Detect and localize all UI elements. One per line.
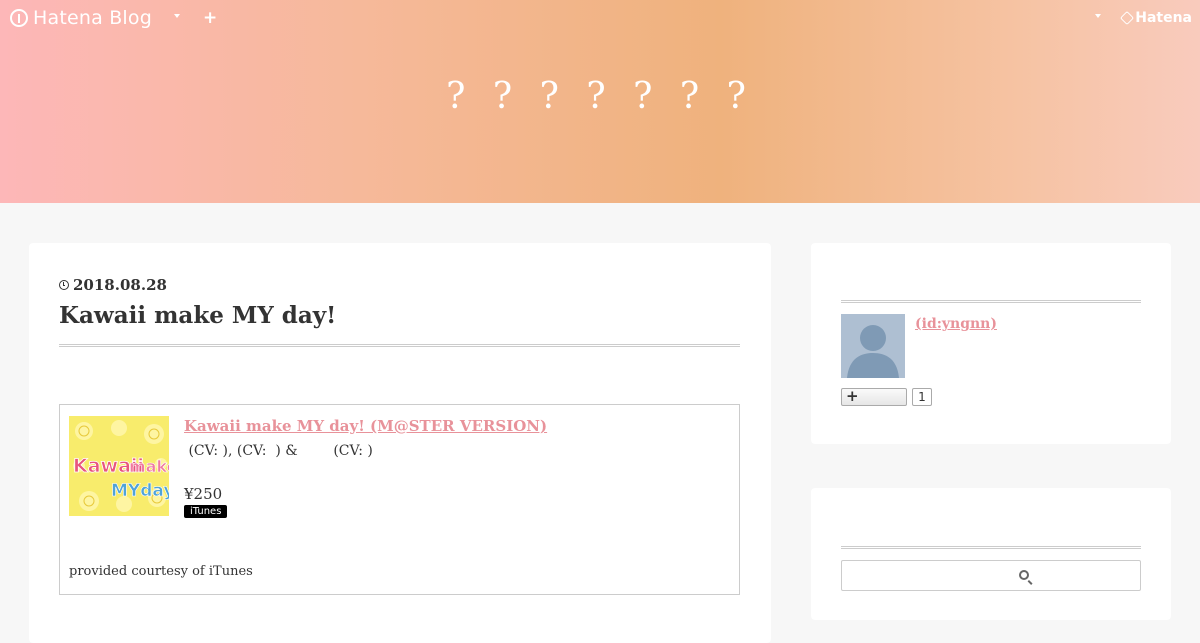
entry-article: 2018.08.28 Kawaii make MY day! Kawaii ma… (29, 243, 771, 643)
search-icon[interactable] (1019, 570, 1029, 580)
entry-title[interactable]: Kawaii make MY day! (59, 302, 336, 329)
blog-title-text[interactable]: ? ? ? ? ? ? ? (446, 76, 754, 117)
hatena-blog-logo[interactable]: Hatena Blog (10, 7, 152, 29)
module-divider (841, 300, 1141, 303)
hatena-label: Hatena (1135, 10, 1192, 26)
hatena-blog-icon (10, 9, 28, 27)
plus-icon: + (846, 387, 859, 405)
blog-title[interactable]: ? ? ? ? ? ? ? (0, 76, 1200, 117)
avatar[interactable] (841, 314, 905, 378)
add-entry-button[interactable]: + (203, 8, 217, 28)
global-header-bar: Hatena Blog + Hatena (0, 0, 1200, 36)
profile-module: (id:yngnn) + 1 (811, 243, 1171, 444)
logo-text: Hatena Blog (33, 7, 152, 29)
album-artwork[interactable]: Kawaii make MYday! (69, 416, 169, 516)
hatena-icon (1120, 10, 1135, 26)
search-input[interactable] (841, 560, 1141, 591)
entry-date[interactable]: 2018.08.28 (59, 276, 167, 294)
entry-date-text: 2018.08.28 (73, 276, 167, 294)
follow-button[interactable]: + (841, 387, 907, 406)
artist-credits: (CV: ), (CV: ) & (CV: ) (184, 443, 373, 459)
search-module (811, 488, 1171, 620)
module-divider (841, 546, 1141, 549)
hatena-link[interactable]: Hatena (1120, 10, 1192, 26)
blog-header: Hatena Blog + Hatena ? ? ? ? ? ? ? (0, 0, 1200, 203)
itunes-courtesy-text: provided courtesy of iTunes (69, 564, 253, 579)
follower-count[interactable]: 1 (912, 388, 932, 406)
track-title-link[interactable]: Kawaii make MY day! (M@STER VERSION) (184, 417, 547, 435)
track-price: ¥250 (184, 485, 223, 503)
menu-chevron-down-icon[interactable] (1095, 14, 1101, 18)
itunes-embed: Kawaii make MYday! Kawaii make MY day! (… (59, 404, 740, 595)
profile-id-link[interactable]: (id:yngnn) (915, 316, 997, 332)
clock-icon (59, 280, 69, 290)
chevron-down-icon[interactable] (174, 14, 180, 18)
svg-text:MYday!: MYday! (111, 481, 169, 501)
itunes-badge[interactable]: iTunes (184, 505, 228, 518)
svg-text:make: make (129, 457, 169, 476)
title-divider (59, 344, 740, 347)
